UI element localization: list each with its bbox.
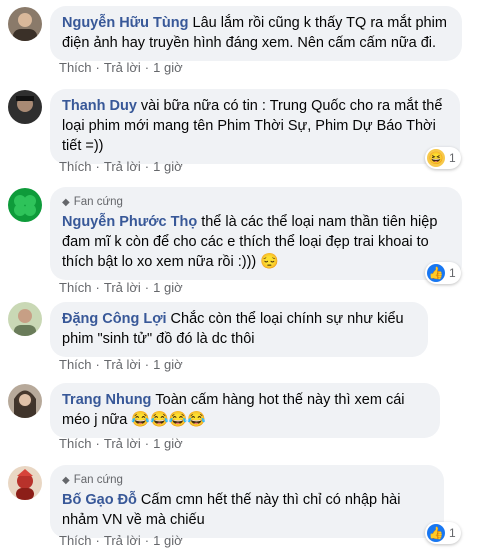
reaction-count[interactable]: 👍 1	[425, 262, 461, 284]
reply-link[interactable]: Trả lời	[104, 533, 141, 548]
avatar[interactable]	[8, 188, 42, 222]
emoji: 😔	[260, 253, 279, 270]
comment-actions: Thích · Trả lời · 1 giờ	[59, 533, 183, 548]
fan-badge: ◆ Fan cứng	[62, 472, 432, 489]
reply-link[interactable]: Trả lời	[104, 357, 141, 372]
reply-link[interactable]: Trả lời	[104, 159, 141, 174]
comment-time[interactable]: 1 giờ	[153, 533, 183, 548]
reply-link[interactable]: Trả lời	[104, 60, 141, 75]
comment-bubble: ◆ Fan cứng Nguyễn Phước Thọ thể là các thể…	[50, 187, 462, 280]
comment-bubble: ◆ Fan cứng Bố Gạo Đỗ Cấm cmn hết thế này t…	[50, 465, 444, 538]
comment-bubble: Thanh Duy vài bữa nữa có tin : Trung Quốc…	[50, 89, 460, 164]
comment-actions: Thích · Trả lời · 1 giờ	[59, 280, 183, 295]
comment-author[interactable]: Nguyễn Hữu Tùng	[62, 15, 189, 31]
comment-actions: Thích · Trả lời · 1 giờ	[59, 357, 183, 372]
comment-bubble: Nguyễn Hữu Tùng Lâu lắm rồi cũng k thấy T…	[50, 6, 462, 61]
comment-author[interactable]: Đặng Công Lợi	[62, 311, 167, 327]
reaction-count[interactable]: 😆 1	[425, 147, 461, 169]
avatar[interactable]	[8, 466, 42, 500]
comment-bubble: Đặng Công Lợi Chắc còn thể loại chính sự …	[50, 302, 428, 357]
comment-time[interactable]: 1 giờ	[153, 436, 183, 451]
reply-link[interactable]: Trả lời	[104, 280, 141, 295]
like-link[interactable]: Thích	[59, 280, 92, 295]
avatar[interactable]	[8, 384, 42, 418]
comment-time[interactable]: 1 giờ	[153, 159, 183, 174]
comment-actions: Thích · Trả lời · 1 giờ	[59, 60, 183, 75]
comment-actions: Thích · Trả lời · 1 giờ	[59, 159, 183, 174]
like-reaction-icon: 👍	[427, 264, 445, 282]
like-link[interactable]: Thích	[59, 357, 92, 372]
diamond-icon: ◆	[62, 197, 70, 208]
avatar[interactable]	[8, 302, 42, 336]
avatar[interactable]	[8, 7, 42, 41]
diamond-icon: ◆	[62, 475, 70, 486]
fan-badge: ◆ Fan cứng	[62, 194, 450, 211]
comment-time[interactable]: 1 giờ	[153, 357, 183, 372]
reply-link[interactable]: Trả lời	[104, 436, 141, 451]
avatar[interactable]	[8, 90, 42, 124]
like-link[interactable]: Thích	[59, 533, 92, 548]
reaction-count[interactable]: 👍 1	[425, 522, 461, 544]
like-link[interactable]: Thích	[59, 60, 92, 75]
like-link[interactable]: Thích	[59, 159, 92, 174]
comment-actions: Thích · Trả lời · 1 giờ	[59, 436, 183, 451]
comment-author[interactable]: Thanh Duy	[62, 98, 137, 114]
like-reaction-icon: 👍	[427, 524, 445, 542]
comment-author[interactable]: Nguyễn Phước Thọ	[62, 214, 197, 230]
comment-bubble: Trang Nhung Toàn cấm hàng hot thế này thì…	[50, 383, 440, 438]
comment-time[interactable]: 1 giờ	[153, 280, 183, 295]
emoji: 😂😂😂😂	[131, 411, 207, 428]
haha-reaction-icon: 😆	[427, 149, 445, 167]
comment-author[interactable]: Trang Nhung	[62, 392, 151, 408]
comment-author[interactable]: Bố Gạo Đỗ	[62, 492, 137, 508]
like-link[interactable]: Thích	[59, 436, 92, 451]
comment-time[interactable]: 1 giờ	[153, 60, 183, 75]
